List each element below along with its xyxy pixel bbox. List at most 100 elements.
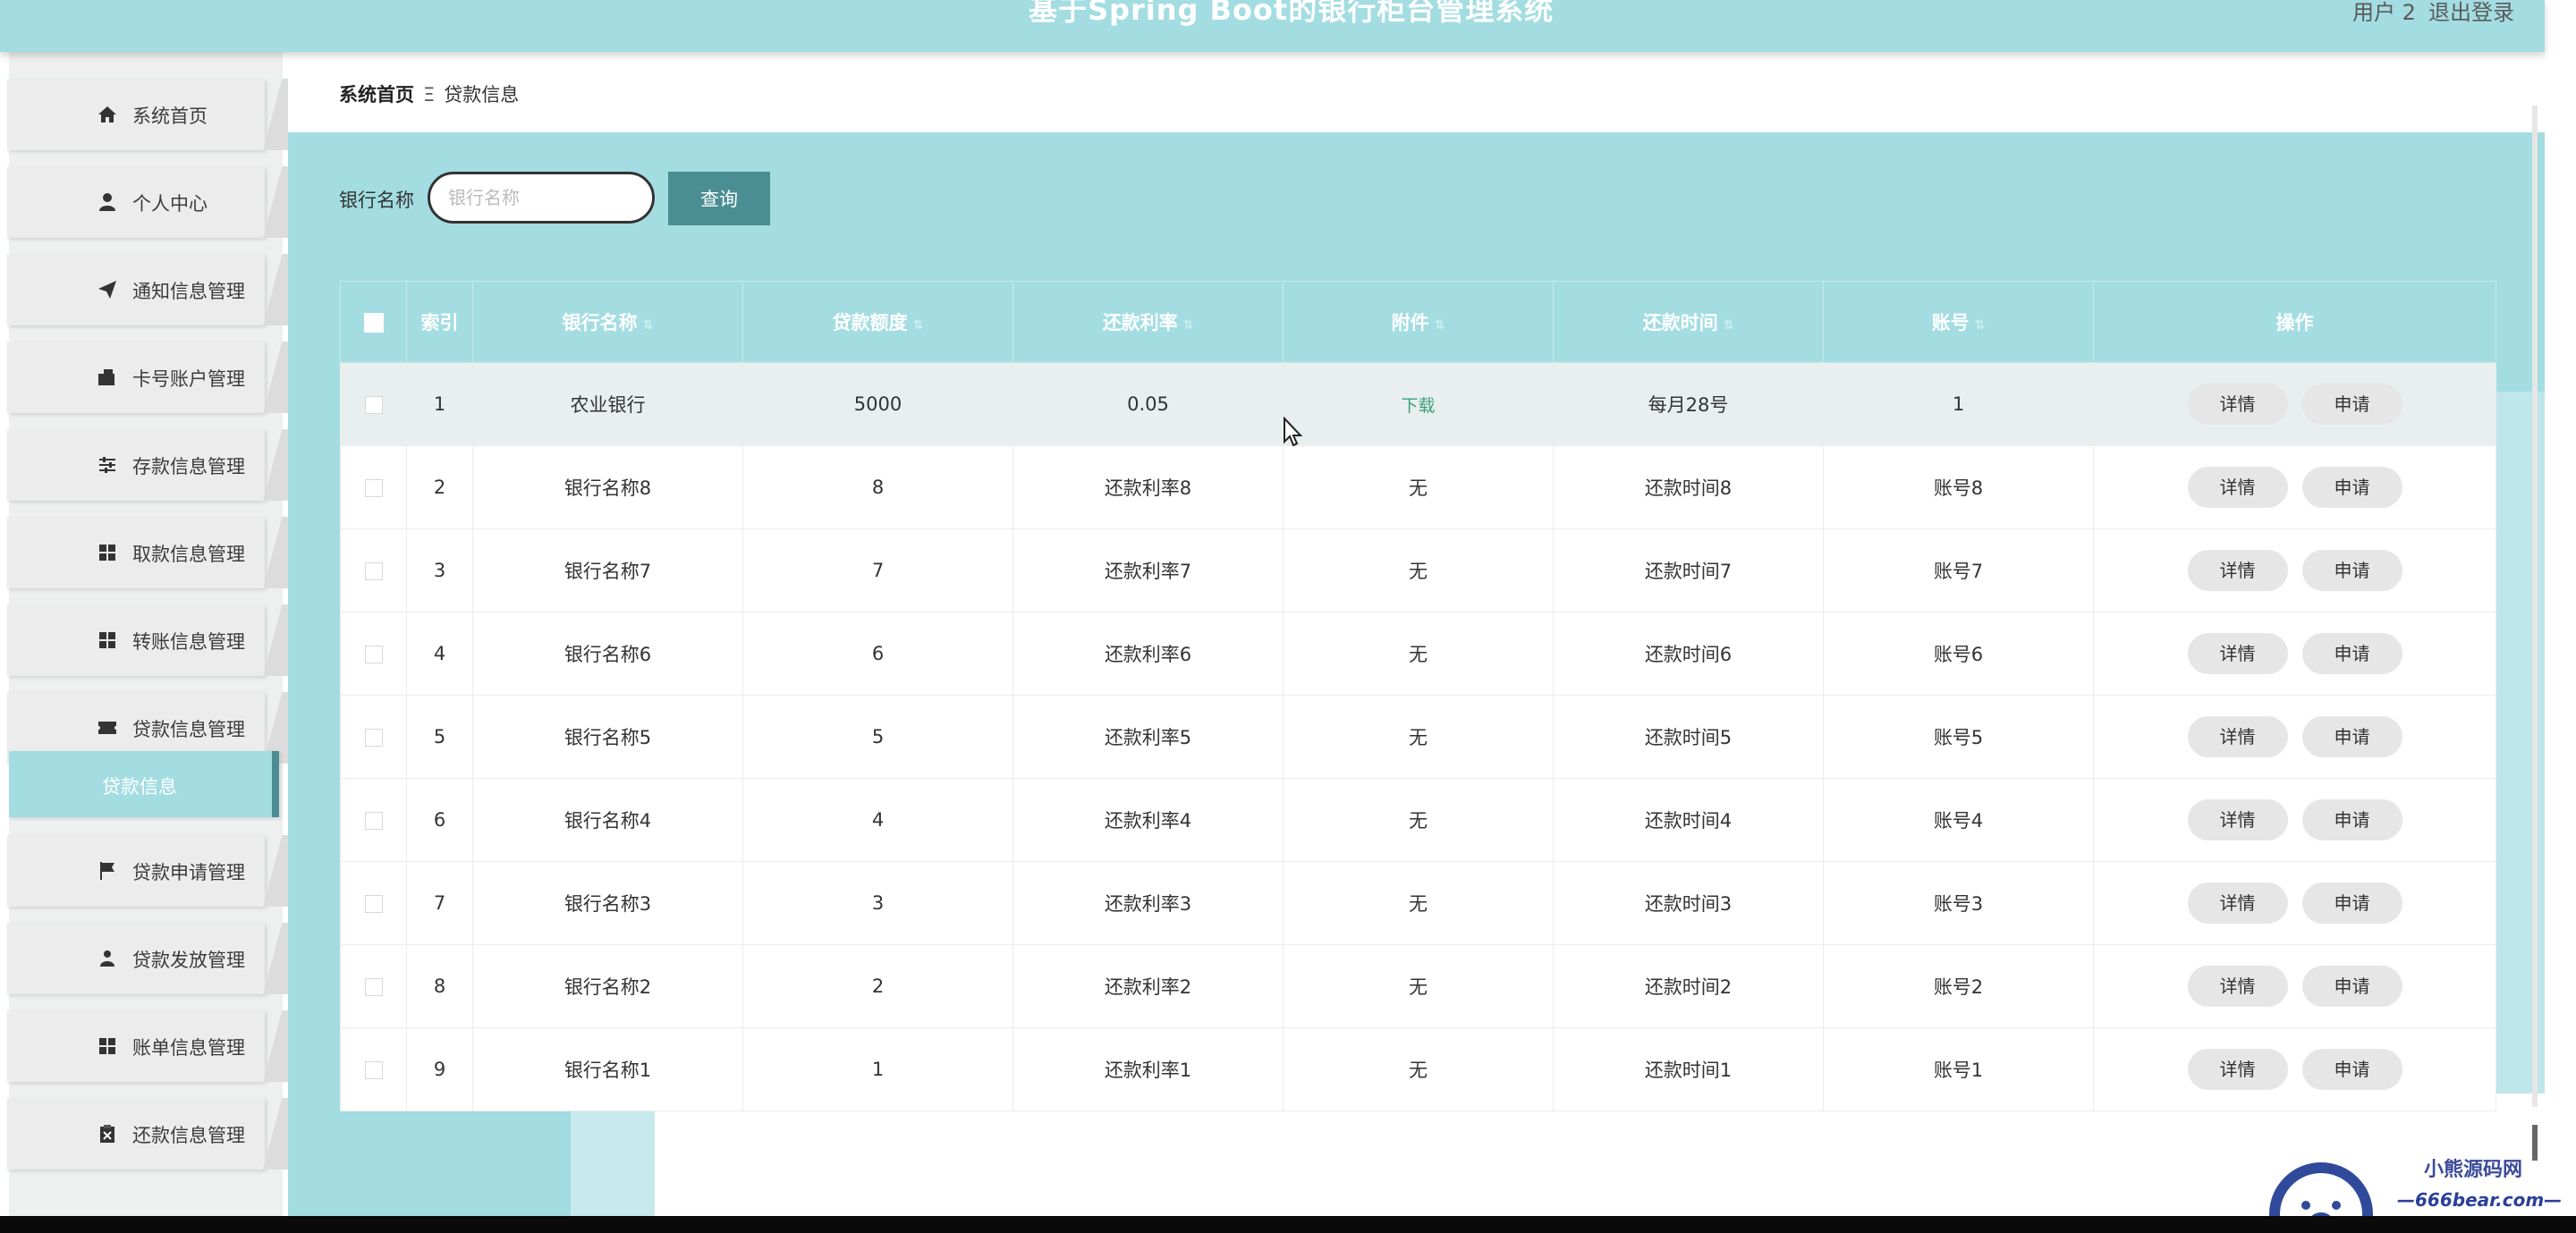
table-row[interactable]: 7 银行名称3 3 还款利率3 无还款时间3 账号3 详情 申请 [340, 861, 2496, 945]
column-header[interactable]: 附件 ⇅ [1283, 281, 1554, 363]
column-header-label: 还款时间 [1642, 312, 1718, 334]
index-cell: 7 [406, 861, 473, 945]
sidebar-item[interactable]: 个人中心 [7, 166, 288, 238]
account-cell: 账号8 [1823, 445, 2094, 529]
sidebar-item-label: 还款信息管理 [132, 1125, 245, 1146]
apply-button[interactable]: 申请 [2301, 966, 2402, 1007]
detail-button[interactable]: 详情 [2187, 550, 2288, 591]
detail-button[interactable]: 详情 [2187, 384, 2288, 425]
detail-button[interactable]: 详情 [2187, 799, 2288, 840]
apply-button[interactable]: 申请 [2301, 716, 2402, 757]
search-button[interactable]: 查询 [668, 172, 770, 225]
download-link[interactable]: 下载 [1401, 396, 1435, 416]
column-header[interactable]: 还款利率 ⇅ [1013, 281, 1284, 363]
home-icon [97, 104, 118, 125]
attachment-cell: 无 [1283, 695, 1554, 779]
sort-icon[interactable]: ⇅ [1435, 318, 1445, 333]
apply-button[interactable]: 申请 [2301, 467, 2402, 508]
sidebar-item[interactable]: 系统首页 [7, 79, 288, 150]
sort-icon[interactable]: ⇅ [913, 318, 924, 333]
current-user: 用户 2 [2352, 0, 2416, 25]
apply-button[interactable]: 申请 [2301, 633, 2402, 674]
apply-button[interactable]: 申请 [2301, 883, 2402, 924]
apply-button[interactable]: 申请 [2301, 799, 2402, 840]
table-row[interactable]: 9 银行名称1 1 还款利率1 无还款时间1 账号1 详情 申请 [340, 1027, 2496, 1111]
table-row[interactable]: 6 银行名称4 4 还款利率4 无还款时间4 账号4 详情 申请 [340, 778, 2496, 862]
index-cell: 9 [406, 1027, 473, 1111]
actions-cell: 详情 申请 [2093, 861, 2496, 945]
sidebar-item[interactable]: 卡号账户管理 [7, 342, 288, 413]
sort-icon[interactable]: ⇅ [643, 318, 654, 333]
apply-button[interactable]: 申请 [2301, 1049, 2402, 1090]
bank-name-search-input[interactable] [428, 172, 655, 224]
sidebar-item-label: 取款信息管理 [132, 544, 245, 565]
row-checkbox[interactable] [364, 396, 383, 414]
logout-link[interactable]: 退出登录 [2428, 0, 2514, 26]
grid-icon [97, 542, 118, 563]
actions-cell: 详情 申请 [2093, 528, 2496, 612]
table-row[interactable]: 1 农业银行 5000 0.05 下载 每月28号 1 详情 申请 [340, 362, 2496, 446]
breadcrumb-current: 贷款信息 [444, 84, 520, 106]
attachment-cell: 无 [1283, 445, 1554, 529]
sidebar-item[interactable]: 账单信息管理 [7, 1010, 288, 1082]
sidebar-item[interactable]: 取款信息管理 [7, 517, 288, 588]
sidebar-item-label: 贷款发放管理 [132, 950, 245, 971]
sort-icon[interactable]: ⇅ [1975, 318, 1986, 333]
row-checkbox[interactable] [364, 479, 383, 497]
rate-cell: 还款利率5 [1013, 695, 1284, 779]
column-header[interactable]: 账号 ⇅ [1823, 281, 2094, 363]
sidebar-item[interactable]: 贷款发放管理 [7, 923, 288, 994]
column-header[interactable]: 还款时间 ⇅ [1553, 281, 1824, 363]
table-row[interactable]: 8 银行名称2 2 还款利率2 无还款时间2 账号2 详情 申请 [340, 944, 2496, 1028]
sliders-icon [97, 454, 118, 476]
select-all-checkbox[interactable] [363, 313, 384, 333]
sort-icon[interactable]: ⇅ [1724, 318, 1734, 333]
apply-button[interactable]: 申请 [2301, 550, 2402, 591]
table-row[interactable]: 5 银行名称5 5 还款利率5 无还款时间5 账号5 详情 申请 [340, 695, 2496, 779]
select-cell [340, 861, 407, 945]
column-header[interactable]: 索引 [406, 281, 473, 363]
sidebar-item[interactable]: 转账信息管理 [7, 604, 288, 676]
amount-cell: 7 [742, 528, 1013, 612]
account-cell: 账号2 [1823, 944, 2094, 1028]
sidebar-item[interactable]: 通知信息管理 [7, 254, 288, 325]
row-checkbox[interactable] [364, 646, 383, 663]
detail-button[interactable]: 详情 [2187, 966, 2288, 1007]
table-row[interactable]: 3 银行名称7 7 还款利率7 无还款时间7 账号7 详情 申请 [340, 528, 2496, 612]
table-row[interactable]: 2 银行名称8 8 还款利率8 无还款时间8 账号8 详情 申请 [340, 445, 2496, 529]
detail-button[interactable]: 详情 [2187, 716, 2288, 757]
sidebar-item-tab [261, 429, 288, 501]
actions-cell: 详情 申请 [2093, 445, 2496, 529]
row-checkbox[interactable] [364, 895, 383, 913]
scrollbar-track[interactable] [2532, 106, 2538, 1107]
send-icon [97, 279, 118, 300]
ticket-icon [97, 717, 118, 739]
rate-cell: 0.05 [1013, 362, 1284, 446]
bear-logo-icon [2269, 1162, 2373, 1216]
column-header[interactable]: 贷款额度 ⇅ [742, 281, 1013, 363]
detail-button[interactable]: 详情 [2187, 467, 2288, 508]
sidebar-item[interactable]: 贷款申请管理 [7, 835, 288, 907]
account-cell: 账号7 [1823, 528, 2094, 612]
apply-button[interactable]: 申请 [2301, 384, 2402, 425]
sidebar-item[interactable]: 还款信息管理 [7, 1098, 288, 1170]
row-checkbox[interactable] [364, 1061, 383, 1079]
sort-icon[interactable]: ⇅ [1183, 318, 1194, 333]
table-row[interactable]: 4 银行名称6 6 还款利率6 无还款时间6 账号6 详情 申请 [340, 612, 2496, 696]
attachment-cell: 无 [1283, 528, 1554, 612]
row-checkbox[interactable] [364, 729, 383, 747]
attachment-value: 无 [1409, 810, 1428, 832]
detail-button[interactable]: 详情 [2187, 633, 2288, 674]
row-checkbox[interactable] [364, 562, 383, 580]
breadcrumb-home[interactable]: 系统首页 [339, 84, 414, 106]
amount-cell: 4 [742, 778, 1013, 862]
column-header[interactable]: 银行名称 ⇅ [472, 281, 743, 363]
detail-button[interactable]: 详情 [2187, 1049, 2288, 1090]
row-checkbox[interactable] [364, 978, 383, 996]
attachment-value: 无 [1409, 976, 1428, 998]
time-cell: 还款时间4 [1553, 778, 1824, 862]
row-checkbox[interactable] [364, 812, 383, 830]
detail-button[interactable]: 详情 [2187, 883, 2288, 924]
sidebar-item[interactable]: 存款信息管理 [7, 429, 288, 501]
sidebar-subitem-loan-info[interactable]: 贷款信息 [9, 751, 279, 817]
